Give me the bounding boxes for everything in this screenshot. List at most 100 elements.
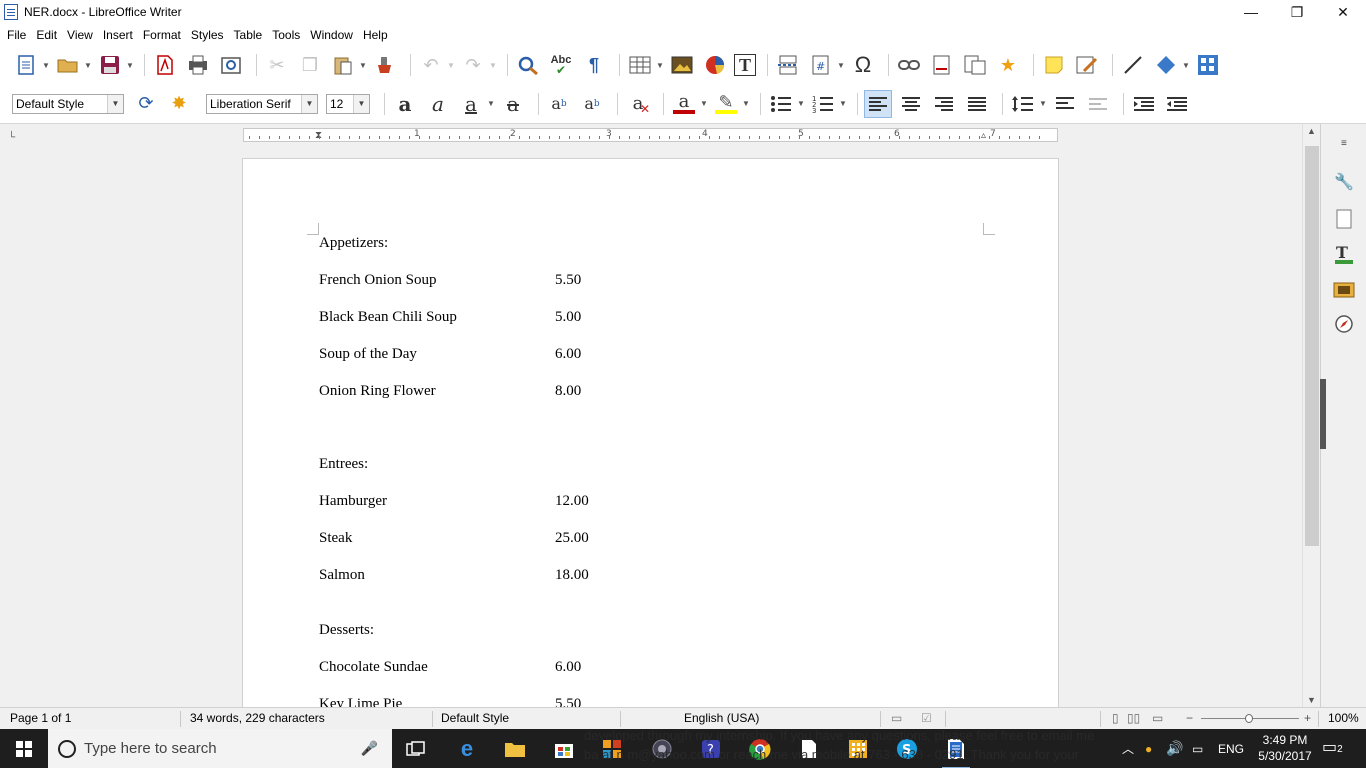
- chevron-down-icon[interactable]: ▼: [353, 94, 369, 113]
- insert-page-break-icon[interactable]: [774, 51, 802, 79]
- line-spacing-icon[interactable]: [1009, 90, 1037, 118]
- update-style-icon[interactable]: ⟳: [132, 90, 160, 118]
- app-grid-icon[interactable]: [596, 734, 628, 764]
- insert-image-icon[interactable]: [668, 51, 696, 79]
- edge-browser-icon[interactable]: e: [451, 734, 483, 764]
- draw-functions-icon[interactable]: [1194, 51, 1222, 79]
- increase-indent-icon[interactable]: [1130, 90, 1158, 118]
- italic-icon[interactable]: a: [424, 90, 452, 118]
- sidebar-menu-icon[interactable]: ≡: [1341, 138, 1347, 149]
- numbered-list-icon[interactable]: 123: [809, 90, 837, 118]
- menu-file[interactable]: File: [2, 24, 31, 46]
- clear-formatting-icon[interactable]: a ✕: [624, 90, 652, 118]
- text-language[interactable]: English (USA): [684, 708, 759, 730]
- navigator-compass-icon[interactable]: [1331, 311, 1357, 337]
- menu-format[interactable]: Format: [138, 24, 186, 46]
- menu-help[interactable]: Help: [358, 24, 393, 46]
- taskbar-search[interactable]: Type here to search 🎤: [48, 729, 392, 768]
- font-color-dropdown-icon[interactable]: ▼: [699, 90, 709, 118]
- taskbar-clock[interactable]: 3:49 PM 5/30/2017: [1252, 732, 1318, 764]
- page-style[interactable]: Default Style: [441, 708, 509, 730]
- formatting-marks-icon[interactable]: ¶: [580, 51, 608, 79]
- battery-icon[interactable]: ▭: [1192, 729, 1203, 768]
- bullet-dropdown-icon[interactable]: ▼: [796, 90, 806, 118]
- action-center-icon[interactable]: ▭2: [1322, 737, 1343, 757]
- footnote-icon[interactable]: [928, 51, 956, 79]
- libreoffice-writer-task-icon[interactable]: [940, 734, 972, 768]
- page-icon[interactable]: [1331, 206, 1357, 232]
- input-language[interactable]: ENG: [1218, 729, 1244, 768]
- bookmark-icon[interactable]: ★: [994, 51, 1022, 79]
- cut-icon[interactable]: ✂: [263, 51, 291, 79]
- superscript-icon[interactable]: ab: [545, 90, 573, 118]
- help-app-icon[interactable]: ?: [695, 734, 727, 764]
- calculator-grid-icon[interactable]: [842, 734, 874, 764]
- align-center-icon[interactable]: [897, 90, 925, 118]
- menu-insert[interactable]: Insert: [98, 24, 138, 46]
- menu-tools[interactable]: Tools: [267, 24, 305, 46]
- new-style-icon[interactable]: ✸: [165, 90, 193, 118]
- chrome-browser-icon[interactable]: [744, 734, 776, 764]
- sidebar-collapse-handle[interactable]: [1320, 379, 1326, 449]
- save-icon[interactable]: [96, 51, 124, 79]
- underline-dropdown-icon[interactable]: ▼: [486, 90, 496, 118]
- underline-icon[interactable]: a: [457, 90, 485, 118]
- export-pdf-icon[interactable]: [151, 51, 179, 79]
- insert-field-icon[interactable]: #: [807, 51, 835, 79]
- book-view-icon[interactable]: ▭: [1152, 708, 1163, 730]
- save-dropdown-icon[interactable]: ▼: [125, 51, 135, 79]
- justify-icon[interactable]: [963, 90, 991, 118]
- highlight-color-icon[interactable]: ✎: [712, 90, 740, 118]
- multi-page-view-icon[interactable]: ▯▯: [1127, 708, 1140, 730]
- basic-shapes-icon[interactable]: [1152, 51, 1180, 79]
- table-dropdown-icon[interactable]: ▼: [655, 51, 665, 79]
- start-button[interactable]: [0, 729, 48, 768]
- skype-icon[interactable]: S: [891, 734, 923, 764]
- zoom-slider[interactable]: [1201, 714, 1299, 723]
- track-changes-icon[interactable]: [1073, 51, 1101, 79]
- open-dropdown-icon[interactable]: ▼: [83, 51, 93, 79]
- document-app-icon[interactable]: [793, 734, 825, 764]
- new-document-icon[interactable]: [12, 51, 40, 79]
- increase-paragraph-spacing-icon[interactable]: [1051, 90, 1079, 118]
- insert-table-icon[interactable]: [626, 51, 654, 79]
- store-icon[interactable]: [548, 734, 580, 764]
- print-icon[interactable]: [184, 51, 212, 79]
- single-page-view-icon[interactable]: ▯: [1112, 708, 1119, 730]
- font-size-combo[interactable]: 12 ▼: [326, 93, 370, 114]
- subscript-icon[interactable]: ab: [578, 90, 606, 118]
- gallery-icon[interactable]: [1331, 276, 1357, 302]
- task-view-icon[interactable]: [400, 734, 432, 764]
- paste-dropdown-icon[interactable]: ▼: [358, 51, 368, 79]
- zoom-out-icon[interactable]: −: [1186, 708, 1193, 730]
- hyperlink-icon[interactable]: [895, 51, 923, 79]
- menu-view[interactable]: View: [62, 24, 98, 46]
- right-indent-marker[interactable]: ▵: [981, 130, 986, 141]
- close-button[interactable]: ✕: [1320, 0, 1366, 24]
- paragraph-style-combo[interactable]: Default Style ▼: [12, 93, 124, 114]
- show-hidden-icons-chevron-icon[interactable]: ︿: [1122, 729, 1134, 768]
- font-name-combo[interactable]: Liberation Serif ▼: [206, 93, 318, 114]
- scrollbar-thumb[interactable]: [1305, 146, 1319, 546]
- page-count[interactable]: Page 1 of 1: [10, 708, 71, 730]
- document-page[interactable]: Appetizers: French Onion Soup 5.50 Black…: [242, 158, 1059, 707]
- network-app-icon[interactable]: ●: [1145, 729, 1152, 768]
- styles-icon[interactable]: T: [1331, 241, 1357, 267]
- bullet-list-icon[interactable]: [767, 90, 795, 118]
- redo-icon[interactable]: ↷: [459, 51, 487, 79]
- menu-edit[interactable]: Edit: [31, 24, 62, 46]
- microphone-icon[interactable]: 🎤: [361, 740, 378, 757]
- cross-reference-icon[interactable]: [961, 51, 989, 79]
- tab-stop-selector[interactable]: └: [8, 132, 15, 143]
- menu-styles[interactable]: Styles: [186, 24, 229, 46]
- new-dropdown-icon[interactable]: ▼: [41, 51, 51, 79]
- comment-icon[interactable]: [1040, 51, 1068, 79]
- strikethrough-icon[interactable]: a: [499, 90, 527, 118]
- menu-table[interactable]: Table: [229, 24, 268, 46]
- insert-line-icon[interactable]: [1119, 51, 1147, 79]
- undo-icon[interactable]: ↶: [417, 51, 445, 79]
- file-explorer-icon[interactable]: [499, 734, 531, 764]
- word-count[interactable]: 34 words, 229 characters: [190, 708, 325, 730]
- document-modified-icon[interactable]: ☑: [921, 708, 932, 730]
- print-preview-icon[interactable]: [217, 51, 245, 79]
